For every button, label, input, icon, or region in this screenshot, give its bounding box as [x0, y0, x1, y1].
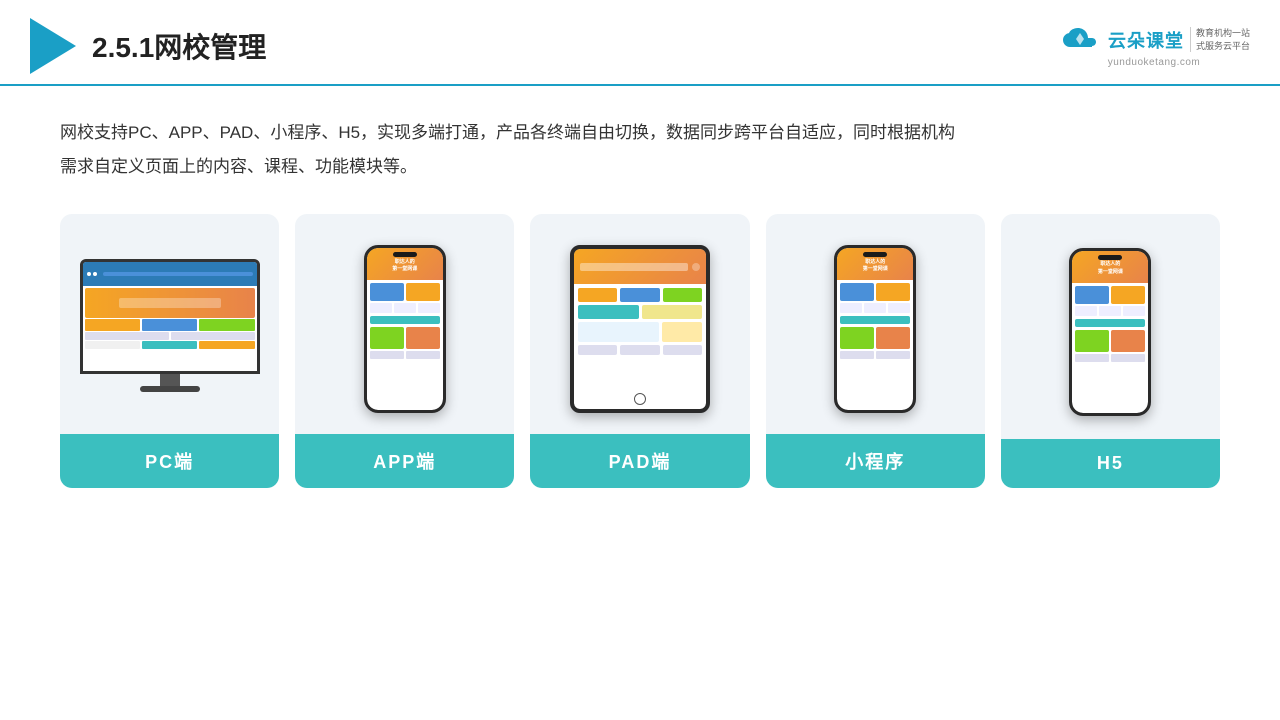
miniapp-phone-icon: 职达人的第一堂网课: [834, 245, 916, 413]
card-miniapp-label: 小程序: [766, 434, 985, 488]
card-miniapp-image: 职达人的第一堂网课: [766, 214, 985, 434]
card-pc: PC端: [60, 214, 279, 488]
card-pc-label: PC端: [60, 434, 279, 488]
main-content: 网校支持PC、APP、PAD、小程序、H5，实现多端打通，产品各终端自由切换，数…: [0, 86, 1280, 508]
card-miniapp: 职达人的第一堂网课: [766, 214, 985, 488]
card-pad: PAD端: [530, 214, 749, 488]
pad-tablet-icon: [570, 245, 710, 413]
h5-phone-icon: 职达人的第一堂网课: [1069, 248, 1151, 416]
cloud-icon: [1058, 25, 1102, 55]
card-h5-label: H5: [1001, 439, 1220, 488]
brand-url: yunduoketang.com: [1108, 57, 1201, 68]
header-right: 云朵课堂 教育机构一站 式服务云平台 yunduoketang.com: [1058, 25, 1250, 68]
card-h5: 职达人的第一堂网课: [1001, 214, 1220, 488]
card-h5-image: 职达人的第一堂网课: [1001, 214, 1220, 439]
card-pc-image: [60, 214, 279, 434]
app-phone-icon: 职达人的第一堂网课: [364, 245, 446, 413]
page-title: 2.5.1网校管理: [92, 26, 266, 66]
brand-tagline: 教育机构一站 式服务云平台: [1190, 27, 1250, 52]
pc-monitor-icon: [80, 259, 260, 399]
cards-row: PC端 职达人的第一堂网课: [60, 214, 1220, 488]
header-left: 2.5.1网校管理: [30, 18, 266, 74]
card-app-label: APP端: [295, 434, 514, 488]
header: 2.5.1网校管理 云朵课堂 教育机构一站 式服务云平台 yunduoketan…: [0, 0, 1280, 86]
description-text: 网校支持PC、APP、PAD、小程序、H5，实现多端打通，产品各终端自由切换，数…: [60, 116, 1220, 184]
brand-logo: 云朵课堂 教育机构一站 式服务云平台: [1058, 25, 1250, 55]
card-pad-label: PAD端: [530, 434, 749, 488]
card-pad-image: [530, 214, 749, 434]
card-app: 职达人的第一堂网课: [295, 214, 514, 488]
brand-name: 云朵课堂: [1108, 27, 1184, 53]
card-app-image: 职达人的第一堂网课: [295, 214, 514, 434]
logo-triangle-icon: [30, 18, 76, 74]
